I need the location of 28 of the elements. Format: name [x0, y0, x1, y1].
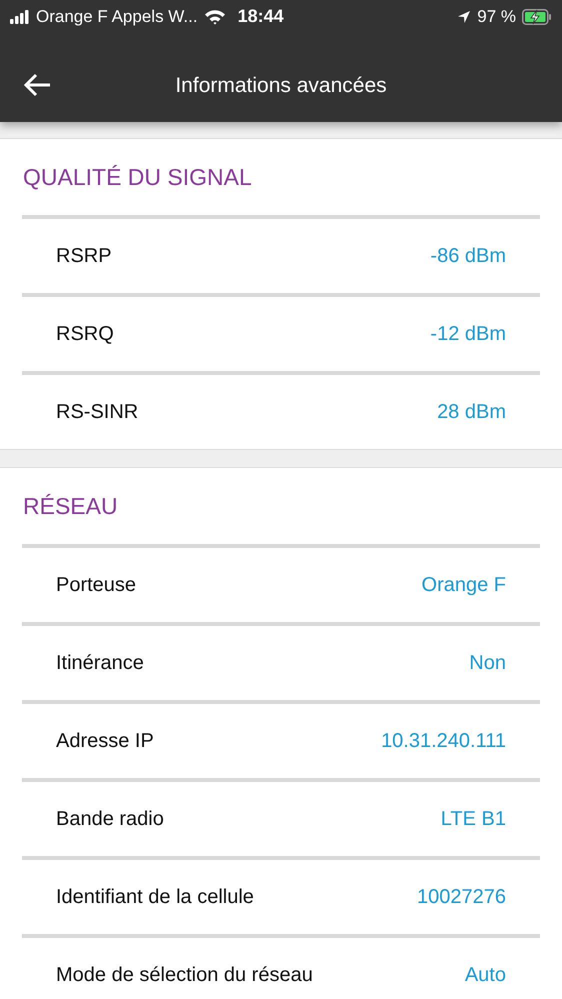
row-label: Identifiant de la cellule [56, 886, 254, 908]
section-title: QUALITÉ DU SIGNAL [22, 162, 253, 192]
location-arrow-icon [457, 10, 472, 24]
row-label: Bande radio [56, 808, 164, 830]
wifi-icon [204, 8, 226, 24]
row-label: Itinérance [56, 652, 144, 674]
battery-percentage: 97 % [477, 6, 516, 26]
row-value: -12 dBm [430, 322, 506, 346]
signal-icon [10, 10, 30, 24]
carrier-name: Orange F Appels W... [36, 6, 198, 26]
row-value: 10.31.240.111 [381, 730, 506, 752]
row-value: Auto [464, 964, 506, 986]
row-value: 10027276 [417, 886, 506, 908]
section-title: RÉSEAU [22, 492, 119, 520]
row-value: Non [469, 652, 506, 674]
clock-time: 18:44 [238, 6, 284, 27]
row-value: 28 dBm [437, 400, 506, 424]
row-label: Porteuse [56, 574, 136, 596]
row-label: Adresse IP [56, 730, 154, 752]
row-value: LTE B1 [440, 808, 506, 830]
row-value: -86 dBm [430, 244, 506, 268]
row-label: RSRQ [56, 322, 114, 346]
row-label: RSRP [56, 244, 112, 268]
row-label: Mode de sélection du réseau [56, 964, 313, 986]
row-label: RS-SINR [56, 400, 138, 424]
screen-title: Informations avancées [175, 74, 387, 98]
row-value: Orange F [422, 574, 506, 596]
back-arrow-icon[interactable] [24, 73, 52, 97]
